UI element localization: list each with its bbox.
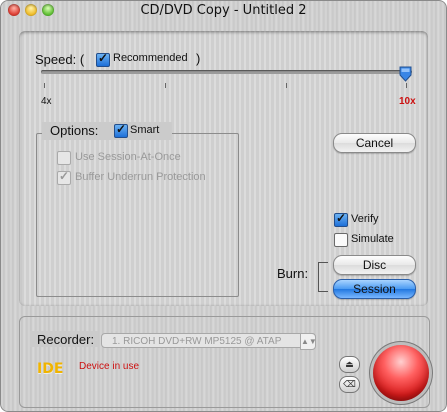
speed-slider-knob[interactable] [399, 66, 412, 82]
buffer-underrun-checkbox[interactable] [57, 169, 71, 185]
options-label: Options: [50, 123, 99, 138]
recorder-device-select[interactable]: 1. RICOH DVD+RW MP5125 @ ATAP ▲▼ [101, 333, 317, 350]
burn-session-button[interactable]: Session [333, 279, 416, 299]
session-at-once-checkbox[interactable] [57, 151, 71, 165]
speed-tick [286, 83, 287, 88]
ide-bus-label: IDE [37, 361, 64, 377]
burn-button[interactable] [373, 345, 429, 401]
cancel-button[interactable]: Cancel [333, 133, 416, 153]
buffer-underrun-label: Buffer Underrun Protection [75, 171, 206, 183]
speed-slider-track[interactable] [41, 70, 412, 74]
speed-min-label: 4x [41, 96, 52, 107]
select-arrows-icon: ▲▼ [300, 333, 317, 350]
simulate-checkbox[interactable] [334, 233, 348, 247]
simulate-label: Simulate [351, 233, 394, 245]
recorder-device-value: 1. RICOH DVD+RW MP5125 @ ATAP [112, 336, 282, 347]
speed-label: Speed: ( [35, 52, 85, 67]
smart-checkbox[interactable] [114, 122, 128, 138]
speed-max-label: 10x [399, 96, 416, 107]
erase-icon: ⌫ [343, 379, 356, 389]
recommended-checkbox[interactable] [96, 51, 110, 67]
window-title: CD/DVD Copy - Untitled 2 [140, 3, 307, 18]
title-bar: CD/DVD Copy - Untitled 2 [0, 0, 447, 22]
speed-tick [406, 83, 407, 88]
device-status: Device in use [79, 361, 140, 372]
session-at-once-label: Use Session-At-Once [75, 151, 181, 163]
verify-checkbox[interactable] [334, 211, 348, 227]
erase-button[interactable]: ⌫ [339, 376, 360, 393]
speed-tick [165, 83, 166, 88]
verify-label: Verify [351, 213, 379, 225]
speed-close-paren: ) [196, 51, 201, 66]
speed-tick [44, 83, 45, 88]
recorder-label: Recorder: [37, 332, 95, 347]
cd-dvd-copy-window: CD/DVD Copy - Untitled 2 Speed: ( Recomm… [0, 0, 447, 412]
recommended-label: Recommended [113, 52, 188, 64]
burn-disc-button[interactable]: Disc [333, 255, 416, 275]
smart-label: Smart [130, 124, 160, 136]
eject-button[interactable]: ⏏ [339, 356, 360, 373]
eject-icon: ⏏ [345, 359, 354, 369]
burn-bracket [318, 262, 328, 292]
burn-label: Burn: [277, 266, 309, 281]
